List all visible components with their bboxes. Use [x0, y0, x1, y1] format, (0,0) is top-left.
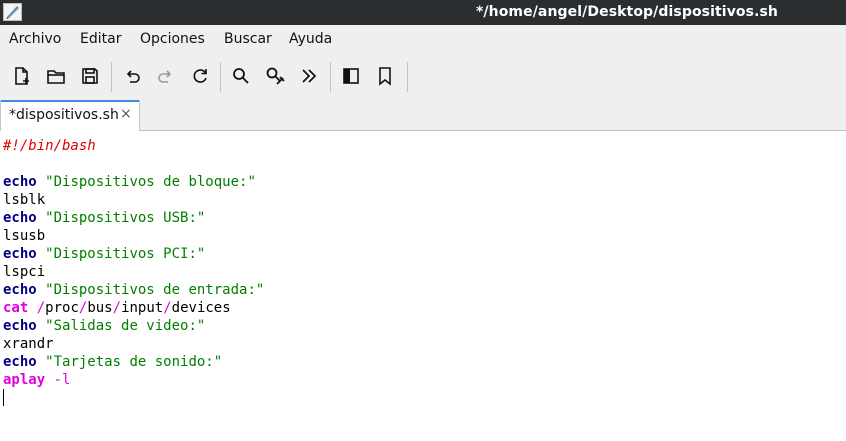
menu-opciones[interactable]: Opciones: [140, 31, 205, 47]
code-line-13: echo "Tarjetas de sonido:": [3, 353, 222, 371]
code-line-7: echo "Dispositivos PCI:": [3, 245, 205, 263]
code-line-8: lspci: [3, 263, 45, 281]
code-line-3: echo "Dispositivos de bloque:": [3, 173, 256, 191]
code-line-5: echo "Dispositivos USB:": [3, 209, 205, 227]
string-literal: "Dispositivos USB:": [45, 210, 206, 226]
keyword-echo: echo: [3, 318, 37, 334]
string-literal: "Dispositivos de entrada:": [45, 282, 265, 298]
shebang-comment: #!/bin/bash: [3, 138, 96, 154]
code-line-12: xrandr: [3, 335, 54, 353]
path-separator: /: [163, 300, 172, 316]
save-icon[interactable]: [79, 65, 101, 87]
code-line-4: lsblk: [3, 191, 45, 209]
command-option: -l: [53, 372, 71, 388]
toolbar-separator: [407, 62, 408, 92]
keyword-echo: echo: [3, 174, 37, 190]
reload-icon[interactable]: [189, 65, 211, 87]
menu-editar[interactable]: Editar: [80, 31, 121, 47]
replace-icon[interactable]: [264, 65, 286, 87]
toolbar-separator: [330, 62, 331, 92]
toolbar-separator: [220, 62, 221, 92]
menu-ayuda[interactable]: Ayuda: [289, 31, 332, 47]
keyword-echo: echo: [3, 354, 37, 370]
code-line-1: #!/bin/bash: [3, 137, 96, 155]
search-icon[interactable]: [230, 65, 252, 87]
command-text: lsusb: [3, 228, 46, 244]
close-icon[interactable]: ×: [120, 106, 132, 122]
open-folder-icon[interactable]: [45, 65, 67, 87]
window-title: */home/angel/Desktop/dispositivos.sh: [476, 4, 778, 20]
path-segment: devices: [171, 300, 231, 316]
path-segment: input: [121, 300, 164, 316]
code-line-10: cat /proc/bus/input/devices: [3, 299, 231, 317]
undo-icon[interactable]: [121, 65, 143, 87]
command-text: lsblk: [3, 192, 46, 208]
command-aplay: aplay: [3, 372, 46, 388]
keyword-echo: echo: [3, 246, 37, 262]
code-line-11: echo "Salidas de video:": [3, 317, 205, 335]
menu-buscar[interactable]: Buscar: [224, 31, 272, 47]
title-bar: */home/angel/Desktop/dispositivos.sh: [0, 0, 846, 25]
redo-icon[interactable]: [155, 65, 177, 87]
path-separator: /: [112, 300, 122, 316]
keyword-echo: echo: [3, 282, 37, 298]
menu-archivo[interactable]: Archivo: [9, 31, 61, 47]
new-document-icon[interactable]: [11, 65, 33, 87]
string-literal: "Dispositivos de bloque:": [45, 174, 256, 190]
keyword-echo: echo: [3, 210, 37, 226]
bookmark-icon[interactable]: [374, 65, 396, 87]
code-editor[interactable]: #!/bin/bash echo "Dispositivos de bloque…: [0, 131, 846, 441]
path-separator: /: [36, 300, 46, 316]
app-icon: [3, 3, 22, 21]
command-cat: cat: [3, 300, 29, 316]
toolbar-separator: [111, 62, 112, 92]
code-line-6: lsusb: [3, 227, 45, 245]
code-line-14: aplay -l: [3, 371, 70, 389]
string-literal: "Dispositivos PCI:": [45, 246, 206, 262]
path-segment: proc: [45, 300, 79, 316]
tab-bar: *dispositivos.sh ×: [0, 100, 846, 131]
tab-active-indicator: [1, 100, 139, 102]
menu-bar: Archivo Editar Opciones Buscar Ayuda: [0, 25, 846, 54]
tab-dispositivos[interactable]: *dispositivos.sh ×: [0, 100, 140, 131]
tab-label: *dispositivos.sh: [9, 107, 119, 123]
code-line-9: echo "Dispositivos de entrada:": [3, 281, 264, 299]
text-cursor: [3, 389, 4, 406]
command-text: xrandr: [3, 336, 54, 352]
side-pane-icon[interactable]: [340, 65, 362, 87]
command-text: lspci: [3, 264, 46, 280]
go-to-line-icon[interactable]: [298, 65, 320, 87]
toolbar: [0, 54, 846, 100]
string-literal: "Tarjetas de sonido:": [45, 354, 223, 370]
path-segment: bus: [87, 300, 113, 316]
string-literal: "Salidas de video:": [45, 318, 206, 334]
